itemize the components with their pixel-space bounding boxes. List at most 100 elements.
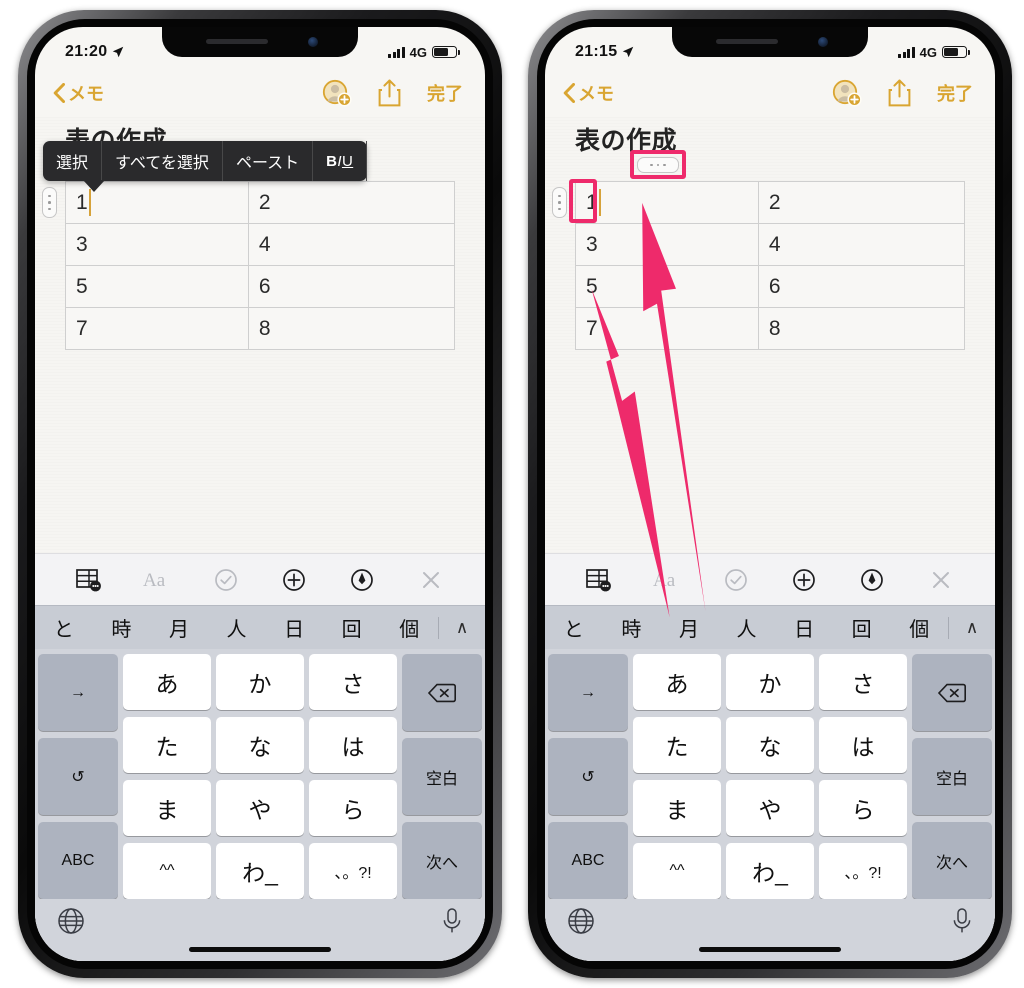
- add-person-icon[interactable]: [832, 79, 862, 107]
- key-punctuation[interactable]: 、。?!: [309, 843, 397, 899]
- note-table[interactable]: 1 2 3 4 5 6 7 8: [575, 181, 966, 350]
- table-cell[interactable]: 4: [247, 223, 456, 266]
- share-icon[interactable]: [378, 79, 401, 107]
- key-delete[interactable]: [912, 654, 992, 731]
- prediction-item[interactable]: 月: [660, 613, 718, 642]
- prediction-item[interactable]: 回: [833, 613, 891, 642]
- table-row[interactable]: 5 6: [65, 265, 456, 308]
- key-ma[interactable]: ま: [633, 780, 721, 836]
- table-row[interactable]: 1 2: [575, 181, 966, 224]
- close-keyboard-icon[interactable]: [414, 563, 448, 597]
- table-cell[interactable]: 6: [247, 265, 456, 308]
- expand-predictions-icon[interactable]: ∧: [949, 618, 995, 638]
- prediction-item[interactable]: 時: [93, 613, 151, 642]
- table-cell[interactable]: 2: [757, 181, 966, 224]
- table-cell[interactable]: 5: [65, 265, 249, 308]
- table-icon[interactable]: [72, 563, 106, 597]
- microphone-icon[interactable]: [441, 907, 463, 935]
- close-keyboard-icon[interactable]: [924, 563, 958, 597]
- prediction-item[interactable]: 日: [775, 613, 833, 642]
- prediction-item[interactable]: 回: [323, 613, 381, 642]
- prediction-item[interactable]: 時: [603, 613, 661, 642]
- table-cell[interactable]: 8: [247, 307, 456, 350]
- share-icon[interactable]: [888, 79, 911, 107]
- table-cell[interactable]: 6: [757, 265, 966, 308]
- table-cell[interactable]: 7: [65, 307, 249, 350]
- prediction-item[interactable]: 個: [380, 613, 438, 642]
- key-undo[interactable]: ↺: [548, 738, 628, 815]
- home-indicator[interactable]: [189, 947, 331, 952]
- key-na[interactable]: な: [726, 717, 814, 773]
- key-ha[interactable]: は: [309, 717, 397, 773]
- key-ya[interactable]: や: [726, 780, 814, 836]
- note-table[interactable]: 1 2 3 4 5 6 7 8: [65, 181, 456, 350]
- row-grip-icon[interactable]: [552, 187, 567, 218]
- prediction-item[interactable]: 人: [718, 613, 776, 642]
- table-cell[interactable]: 4: [757, 223, 966, 266]
- table-icon[interactable]: [582, 563, 616, 597]
- table-row[interactable]: 3 4: [575, 223, 966, 266]
- key-ka[interactable]: か: [726, 654, 814, 710]
- key-abc[interactable]: ABC: [548, 822, 628, 899]
- key-ya[interactable]: や: [216, 780, 304, 836]
- add-attachment-icon[interactable]: [787, 563, 821, 597]
- home-indicator[interactable]: [699, 947, 841, 952]
- microphone-icon[interactable]: [951, 907, 973, 935]
- key-ra[interactable]: ら: [819, 780, 907, 836]
- key-cursor-right[interactable]: →: [38, 654, 118, 731]
- text-format-icon[interactable]: Aa: [140, 563, 174, 597]
- key-sa[interactable]: さ: [819, 654, 907, 710]
- key-space[interactable]: 空白: [402, 738, 482, 815]
- prediction-item[interactable]: と: [35, 613, 93, 642]
- key-space[interactable]: 空白: [912, 738, 992, 815]
- key-sa[interactable]: さ: [309, 654, 397, 710]
- key-ma[interactable]: ま: [123, 780, 211, 836]
- context-menu-item-select[interactable]: 選択: [43, 141, 103, 181]
- table-cell[interactable]: 8: [757, 307, 966, 350]
- key-wa[interactable]: わ_: [726, 843, 814, 899]
- prediction-item[interactable]: 個: [890, 613, 948, 642]
- key-ka[interactable]: か: [216, 654, 304, 710]
- expand-predictions-icon[interactable]: ∧: [439, 618, 485, 638]
- key-ra[interactable]: ら: [309, 780, 397, 836]
- key-wa[interactable]: わ_: [216, 843, 304, 899]
- table-row[interactable]: 1 2: [65, 181, 456, 224]
- key-delete[interactable]: [402, 654, 482, 731]
- checklist-icon[interactable]: [209, 563, 243, 597]
- key-ha[interactable]: は: [819, 717, 907, 773]
- done-button[interactable]: 完了: [937, 80, 973, 106]
- table-row[interactable]: 5 6: [575, 265, 966, 308]
- key-cursor-right[interactable]: →: [548, 654, 628, 731]
- back-button[interactable]: メモ: [53, 80, 104, 106]
- key-ta[interactable]: た: [633, 717, 721, 773]
- row-grip-icon[interactable]: [42, 187, 57, 218]
- markup-pen-icon[interactable]: [345, 563, 379, 597]
- table-row[interactable]: 7 8: [65, 307, 456, 350]
- key-undo[interactable]: ↺: [38, 738, 118, 815]
- table-cell[interactable]: 5: [575, 265, 759, 308]
- add-person-icon[interactable]: [322, 79, 352, 107]
- prediction-item[interactable]: と: [545, 613, 603, 642]
- context-menu-item-select-all[interactable]: すべてを選択: [102, 141, 223, 181]
- context-menu-item-format[interactable]: BIU: [313, 141, 368, 181]
- key-emoji[interactable]: ^^: [633, 843, 721, 899]
- table-cell[interactable]: 3: [65, 223, 249, 266]
- key-emoji[interactable]: ^^: [123, 843, 211, 899]
- table-cell[interactable]: 3: [575, 223, 759, 266]
- table-cell[interactable]: 1: [575, 181, 759, 224]
- table-row[interactable]: 3 4: [65, 223, 456, 266]
- table-cell[interactable]: 2: [247, 181, 456, 224]
- key-a[interactable]: あ: [123, 654, 211, 710]
- markup-pen-icon[interactable]: [855, 563, 889, 597]
- back-button[interactable]: メモ: [563, 80, 614, 106]
- key-na[interactable]: な: [216, 717, 304, 773]
- prediction-item[interactable]: 人: [208, 613, 266, 642]
- key-next[interactable]: 次へ: [402, 822, 482, 899]
- prediction-item[interactable]: 月: [150, 613, 208, 642]
- context-menu-item-paste[interactable]: ペースト: [223, 141, 314, 181]
- table-row[interactable]: 7 8: [575, 307, 966, 350]
- key-ta[interactable]: た: [123, 717, 211, 773]
- key-next[interactable]: 次へ: [912, 822, 992, 899]
- key-abc[interactable]: ABC: [38, 822, 118, 899]
- add-attachment-icon[interactable]: [277, 563, 311, 597]
